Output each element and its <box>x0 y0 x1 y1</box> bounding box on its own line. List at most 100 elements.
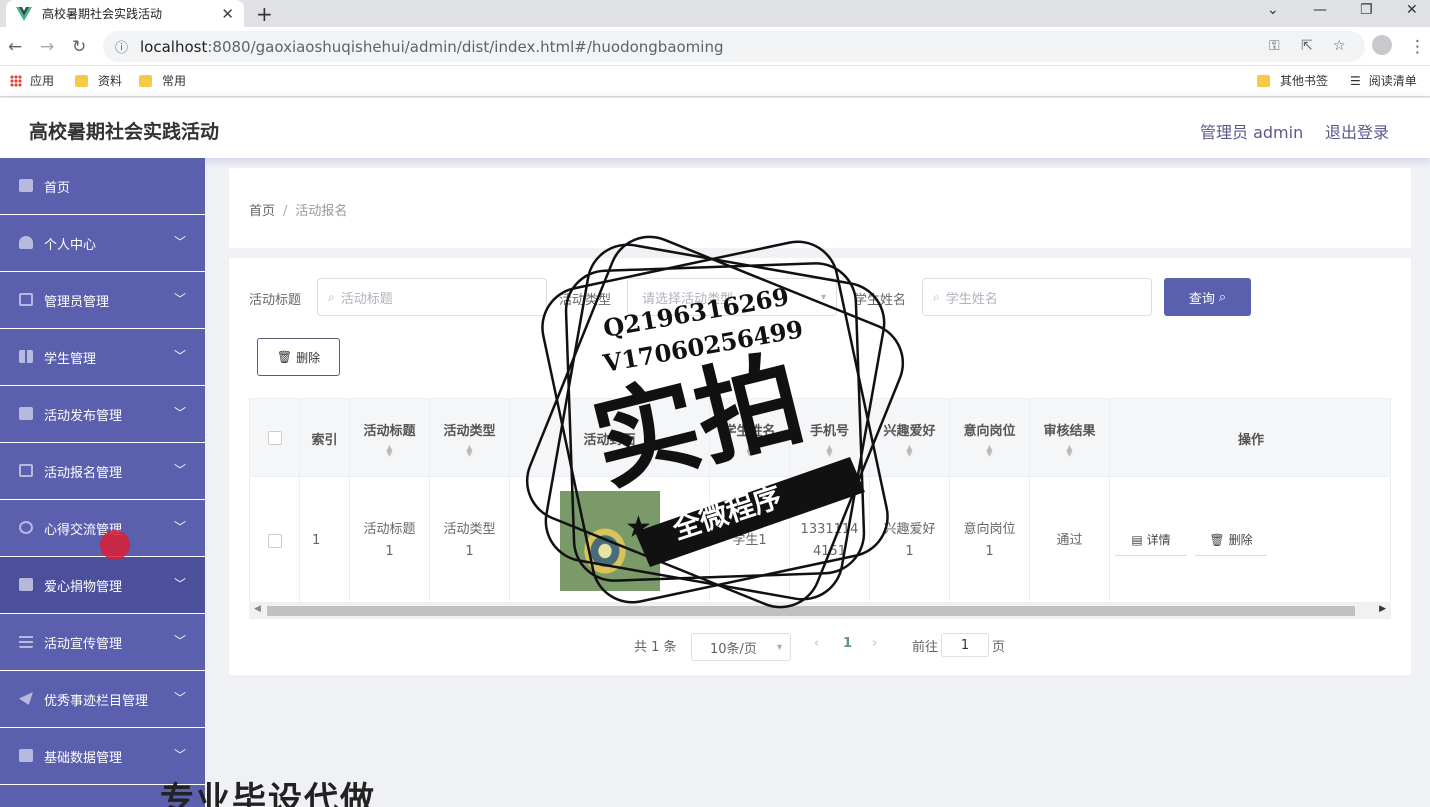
sort-icon[interactable]: ▲ ▼ <box>826 443 832 457</box>
title-search-input[interactable]: ⌕ 活动标题 <box>317 278 547 316</box>
scroll-left-icon[interactable]: ◀ <box>254 604 261 614</box>
column-header[interactable]: 活动封面 <box>510 399 710 477</box>
sidebar-item-activity-publish[interactable]: 活动发布管理 ﹀ <box>0 386 205 443</box>
user-icon <box>19 236 33 249</box>
scrollbar-thumb[interactable] <box>267 606 1355 616</box>
tab-search-icon[interactable]: ⌄ <box>1267 2 1279 18</box>
input-placeholder: 活动标题 <box>340 291 393 307</box>
menu-dots-icon[interactable]: ⋮ <box>1409 37 1426 57</box>
column-header[interactable]: 学生姓名 ▲ ▼ <box>710 399 790 477</box>
url-text: localhost:8080/gaoxiaoshuqishehui/admin/… <box>140 37 724 56</box>
sidebar-item-admins[interactable]: 管理员管理 ﹀ <box>0 272 205 329</box>
bookmark-folder-ziliao[interactable]: 资料 <box>75 72 122 89</box>
column-header[interactable]: 兴趣爱好 ▲ ▼ <box>870 399 950 477</box>
document-icon: ▤ <box>1131 533 1143 547</box>
minimize-icon[interactable]: — <box>1313 2 1327 18</box>
column-header[interactable]: 活动类型 ▲ ▼ <box>430 399 510 477</box>
bookmark-label: 常用 <box>162 74 187 88</box>
sidebar-item-label: 基础数据管理 <box>44 750 123 766</box>
page-number-current[interactable]: 1 <box>843 636 852 651</box>
reading-list-icon: ☰ <box>1350 73 1361 88</box>
sort-icon[interactable]: ▲ ▼ <box>746 443 752 457</box>
cover-image[interactable] <box>559 490 660 591</box>
bookmark-other[interactable]: 其他书签 <box>1257 72 1328 89</box>
sidebar-item-label: 学生管理 <box>44 351 97 367</box>
folder-icon <box>1257 74 1270 87</box>
profile-avatar[interactable] <box>1372 35 1392 55</box>
column-header[interactable]: 意向岗位 ▲ ▼ <box>950 399 1030 477</box>
search-icon: ⌕ <box>328 289 335 304</box>
bookmark-label: 应用 <box>30 74 55 88</box>
button-label: 详情 <box>1146 533 1171 547</box>
sort-icon[interactable]: ▲ ▼ <box>466 443 472 457</box>
chevron-down-icon: ﹀ <box>174 748 187 762</box>
header-label: 意向岗位 <box>963 423 1016 439</box>
row-delete-button[interactable]: 🗑 删除 <box>1195 526 1267 556</box>
sidebar-item-profile[interactable]: 个人中心 ﹀ <box>0 215 205 272</box>
prev-page-icon[interactable]: ‹ <box>814 636 819 651</box>
sidebar-item-excellence[interactable]: 优秀事迹栏目管理 ﹀ <box>0 671 205 728</box>
goto-page-input[interactable]: 1 <box>941 633 989 657</box>
sort-icon[interactable]: ▲ ▼ <box>1066 443 1072 457</box>
next-page-icon[interactable]: › <box>872 636 877 651</box>
app-header: 高校暑期社会实践活动 管理员 admin 退出登录 <box>0 98 1430 158</box>
column-header[interactable]: 活动标题 ▲ ▼ <box>350 399 430 477</box>
bookmark-folder-changyong[interactable]: 常用 <box>139 72 186 89</box>
sort-icon[interactable]: ▲ ▼ <box>986 443 992 457</box>
student-search-input[interactable]: ⌕ 学生姓名 <box>922 278 1152 316</box>
url-bar[interactable]: ⓘ localhost:8080/gaoxiaoshuqishehui/admi… <box>103 31 1365 62</box>
cell-phone: 13311144151 <box>790 477 870 602</box>
window-close-icon[interactable]: ✕ <box>1406 2 1418 18</box>
scroll-right-icon[interactable]: ▶ <box>1379 604 1386 614</box>
breadcrumb: 首页 / 活动报名 <box>249 200 347 219</box>
reading-list[interactable]: ☰ 阅读清单 <box>1350 72 1417 89</box>
app-title: 高校暑期社会实践活动 <box>29 121 220 143</box>
pagination-total: 共 1 条 <box>634 640 677 655</box>
browser-tab[interactable]: 高校暑期社会实践活动 ✕ <box>6 0 244 27</box>
restore-icon[interactable]: ❐ <box>1360 2 1373 18</box>
select-all-checkbox[interactable] <box>267 431 282 445</box>
back-icon[interactable]: ← <box>8 37 22 57</box>
bookmark-apps[interactable]: 应用 <box>10 72 54 89</box>
tab-close-icon[interactable]: ✕ <box>221 5 234 23</box>
share-icon[interactable]: ⇱ <box>1301 38 1313 54</box>
logout-link[interactable]: 退出登录 <box>1325 119 1389 143</box>
cell-index: 1 <box>300 477 350 602</box>
cell-type: 活动类型1 <box>430 477 510 602</box>
sidebar-item-donation[interactable]: 爱心捐物管理 ﹀ <box>0 557 205 614</box>
chevron-down-icon: ▾ <box>776 641 782 653</box>
page-size-value: 10条/页 <box>710 641 757 657</box>
sidebar-item-home[interactable]: 首页 <box>0 158 205 215</box>
sidebar-item-signup[interactable]: 活动报名管理 ﹀ <box>0 443 205 500</box>
forward-icon[interactable]: → <box>40 37 54 57</box>
query-button[interactable]: 查询 ⌕ <box>1164 278 1251 316</box>
sort-icon[interactable]: ▲ ▼ <box>906 443 912 457</box>
key-icon[interactable]: ⚿ <box>1269 38 1280 54</box>
select-all-cell <box>250 399 300 477</box>
page-size-select[interactable]: 10条/页 ▾ <box>691 633 791 661</box>
detail-button[interactable]: ▤ 详情 <box>1115 526 1187 556</box>
info-icon[interactable]: ⓘ <box>115 37 128 56</box>
sidebar-item-promotion[interactable]: 活动宣传管理 ﹀ <box>0 614 205 671</box>
star-icon[interactable]: ☆ <box>1333 38 1346 54</box>
breadcrumb-home[interactable]: 首页 <box>249 204 275 219</box>
breadcrumb-card: 首页 / 活动报名 <box>229 168 1411 248</box>
goto-prefix: 前往 <box>912 640 939 655</box>
row-select-cell <box>250 477 300 602</box>
sidebar-item-label: 爱心捐物管理 <box>44 579 123 595</box>
new-tab-icon[interactable]: + <box>256 2 273 26</box>
select-placeholder: 请选择活动类型 <box>642 291 734 307</box>
table-horizontal-scrollbar[interactable]: ◀ ▶ <box>249 603 1391 619</box>
column-header[interactable]: 审核结果 ▲ ▼ <box>1030 399 1110 477</box>
row-checkbox[interactable] <box>267 533 282 548</box>
sidebar-item-students[interactable]: 学生管理 ﹀ <box>0 329 205 386</box>
cell-actions: ▤ 详情 🗑 删除 <box>1050 477 1332 602</box>
breadcrumb-separator: / <box>283 204 288 219</box>
reload-icon[interactable]: ↻ <box>72 37 86 57</box>
batch-delete-button[interactable]: 🗑 删除 <box>257 338 340 376</box>
breadcrumb-current: 活动报名 <box>295 204 348 219</box>
column-header[interactable]: 索引 <box>300 399 350 477</box>
sort-icon[interactable]: ▲ ▼ <box>386 443 392 457</box>
column-header[interactable]: 手机号 ▲ ▼ <box>790 399 870 477</box>
type-select[interactable]: 请选择活动类型 ▾ <box>627 278 837 316</box>
